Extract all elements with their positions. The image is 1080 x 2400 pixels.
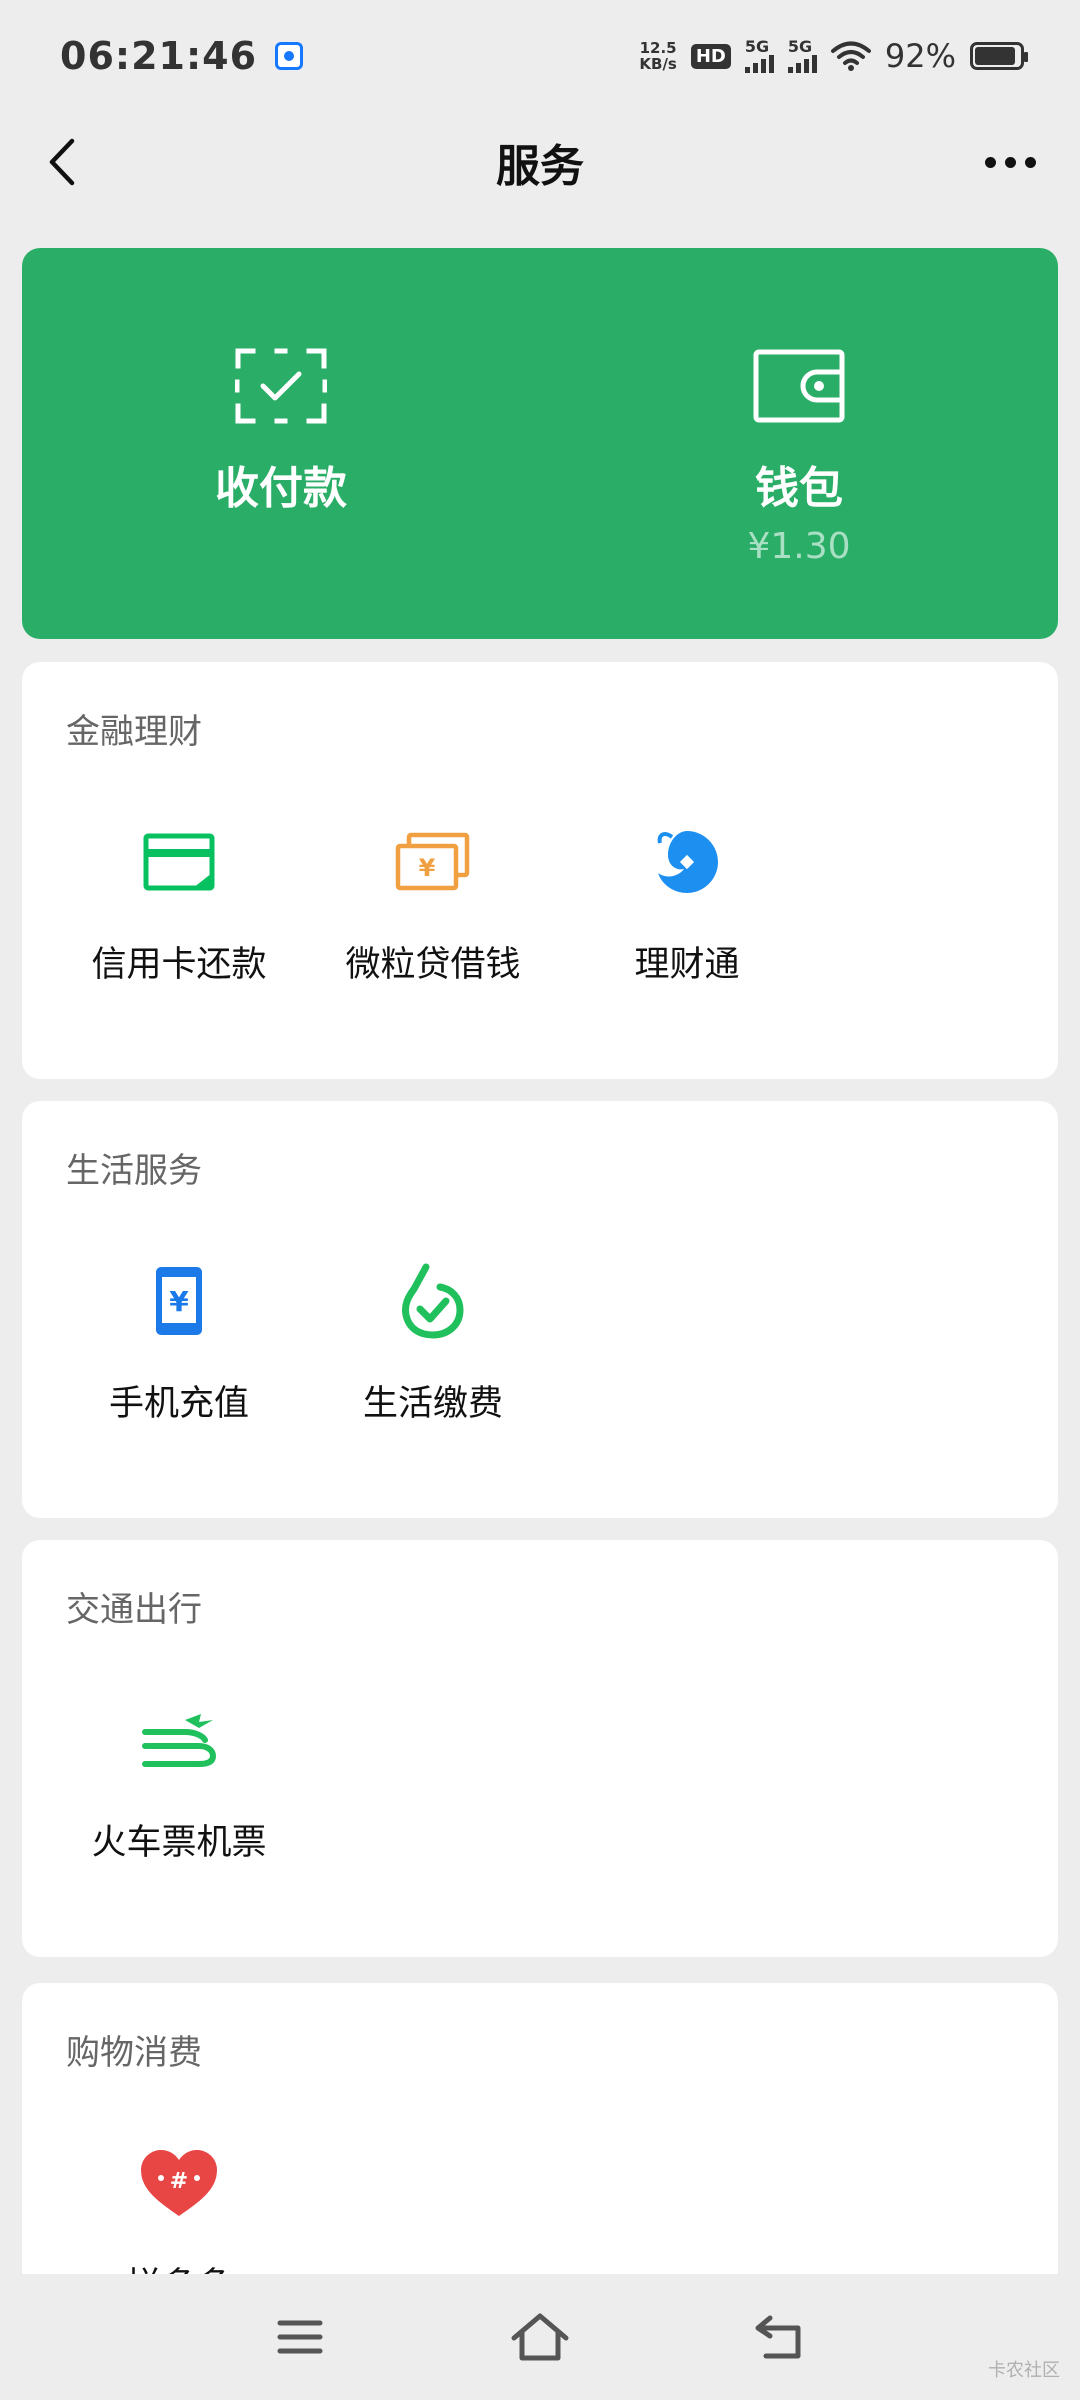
section-life-services: 生活服务 ¥ 手机充值 生活缴费 (22, 1101, 1058, 1518)
receive-payment-label: 收付款 (215, 463, 347, 514)
scan-check-icon (235, 348, 327, 424)
item-label: 火车票机票 (91, 1823, 267, 1863)
wechat-services-screen: 06:21:46 12.5 KB/s HD 5G 5G 92% 服务 收付款 钱… (0, 0, 1080, 2400)
sim1-signal-icon: 5G (744, 37, 774, 73)
utility-payment-button[interactable]: 生活缴费 (306, 1261, 560, 1426)
pinduoduo-icon: # (141, 2150, 217, 2216)
back-button[interactable] (30, 130, 94, 194)
menu-icon (277, 2320, 323, 2354)
navigation-bar: 服务 (0, 112, 1080, 212)
home-button[interactable] (495, 2292, 585, 2382)
train-plane-tickets-button[interactable]: 火车票机票 (52, 1700, 306, 1865)
pay-card: 收付款 钱包 ¥1.30 (22, 248, 1058, 639)
item-label: 生活缴费 (362, 1384, 503, 1424)
sim1-label: 5G (744, 37, 770, 56)
licaitong-button[interactable]: 理财通 (560, 822, 814, 987)
item-label: 手机充值 (108, 1384, 249, 1424)
network-speed-value: 12.5 (639, 39, 677, 57)
more-dot (1004, 156, 1016, 168)
section-items: 信用卡还款 ¥ 微粒贷借钱 理财通 (52, 822, 814, 987)
phone-recharge-icon: ¥ (156, 1267, 202, 1335)
battery-fill (975, 47, 1016, 65)
status-indicators: 12.5 KB/s HD 5G 5G 92% (639, 37, 1028, 75)
section-title: 交通出行 (66, 1590, 202, 1630)
wallet-button[interactable]: 钱包 ¥1.30 (540, 248, 1058, 639)
menu-button[interactable] (255, 2292, 345, 2382)
battery-icon (970, 42, 1028, 70)
utility-payment-icon (402, 1263, 464, 1339)
wifi-icon (830, 41, 871, 71)
return-button[interactable] (735, 2292, 825, 2382)
home-icon (511, 2313, 569, 2361)
sim2-label: 5G (787, 37, 813, 56)
section-items: 火车票机票 (52, 1700, 306, 1865)
credit-card-icon (143, 833, 215, 891)
more-dot (984, 156, 996, 168)
watermark: 卡农社区 (988, 2360, 1060, 2381)
status-time: 06:21:46 (60, 34, 258, 78)
section-title: 购物消费 (66, 2033, 202, 2073)
wallet-balance: ¥1.30 (747, 526, 851, 567)
phone-recharge-button[interactable]: ¥ 手机充值 (52, 1261, 306, 1426)
page-title: 服务 (496, 141, 584, 192)
item-label: 信用卡还款 (91, 945, 267, 985)
section-items: ¥ 手机充值 生活缴费 (52, 1261, 560, 1426)
chevron-left-icon (49, 138, 75, 186)
battery-percent: 92% (884, 37, 956, 75)
item-label: 微粒贷借钱 (345, 945, 521, 985)
app-notification-icon (275, 42, 304, 70)
system-navigation-bar: 卡农社区 (0, 2274, 1080, 2400)
hd-voice-icon: HD (690, 43, 731, 69)
more-options-button[interactable] (970, 130, 1050, 194)
train-plane-icon (142, 1714, 217, 1767)
wallet-label: 钱包 (755, 463, 843, 514)
network-speed: 12.5 KB/s (639, 40, 676, 72)
section-title: 金融理财 (66, 712, 202, 752)
credit-card-repay-button[interactable]: 信用卡还款 (52, 822, 306, 987)
svg-text:¥: ¥ (169, 1285, 189, 1318)
loan-cash-icon: ¥ (395, 832, 470, 891)
section-title: 生活服务 (66, 1151, 202, 1191)
wealth-icon (657, 831, 718, 893)
back-return-icon (755, 2315, 801, 2359)
sim2-signal-icon: 5G (787, 37, 817, 73)
svg-text:¥: ¥ (419, 854, 436, 882)
status-bar: 06:21:46 12.5 KB/s HD 5G 5G 92% (0, 0, 1080, 112)
section-finance: 金融理财 信用卡还款 ¥ 微粒贷借钱 理财通 (22, 662, 1058, 1079)
svg-text:#: # (170, 2169, 188, 2194)
weilidai-loan-button[interactable]: ¥ 微粒贷借钱 (306, 822, 560, 987)
section-transport: 交通出行 火车票机票 (22, 1540, 1058, 1957)
item-label: 理财通 (634, 945, 740, 985)
more-dot (1024, 156, 1036, 168)
network-speed-unit: KB/s (639, 55, 677, 73)
receive-payment-button[interactable]: 收付款 (22, 248, 540, 639)
wallet-icon (753, 349, 845, 423)
